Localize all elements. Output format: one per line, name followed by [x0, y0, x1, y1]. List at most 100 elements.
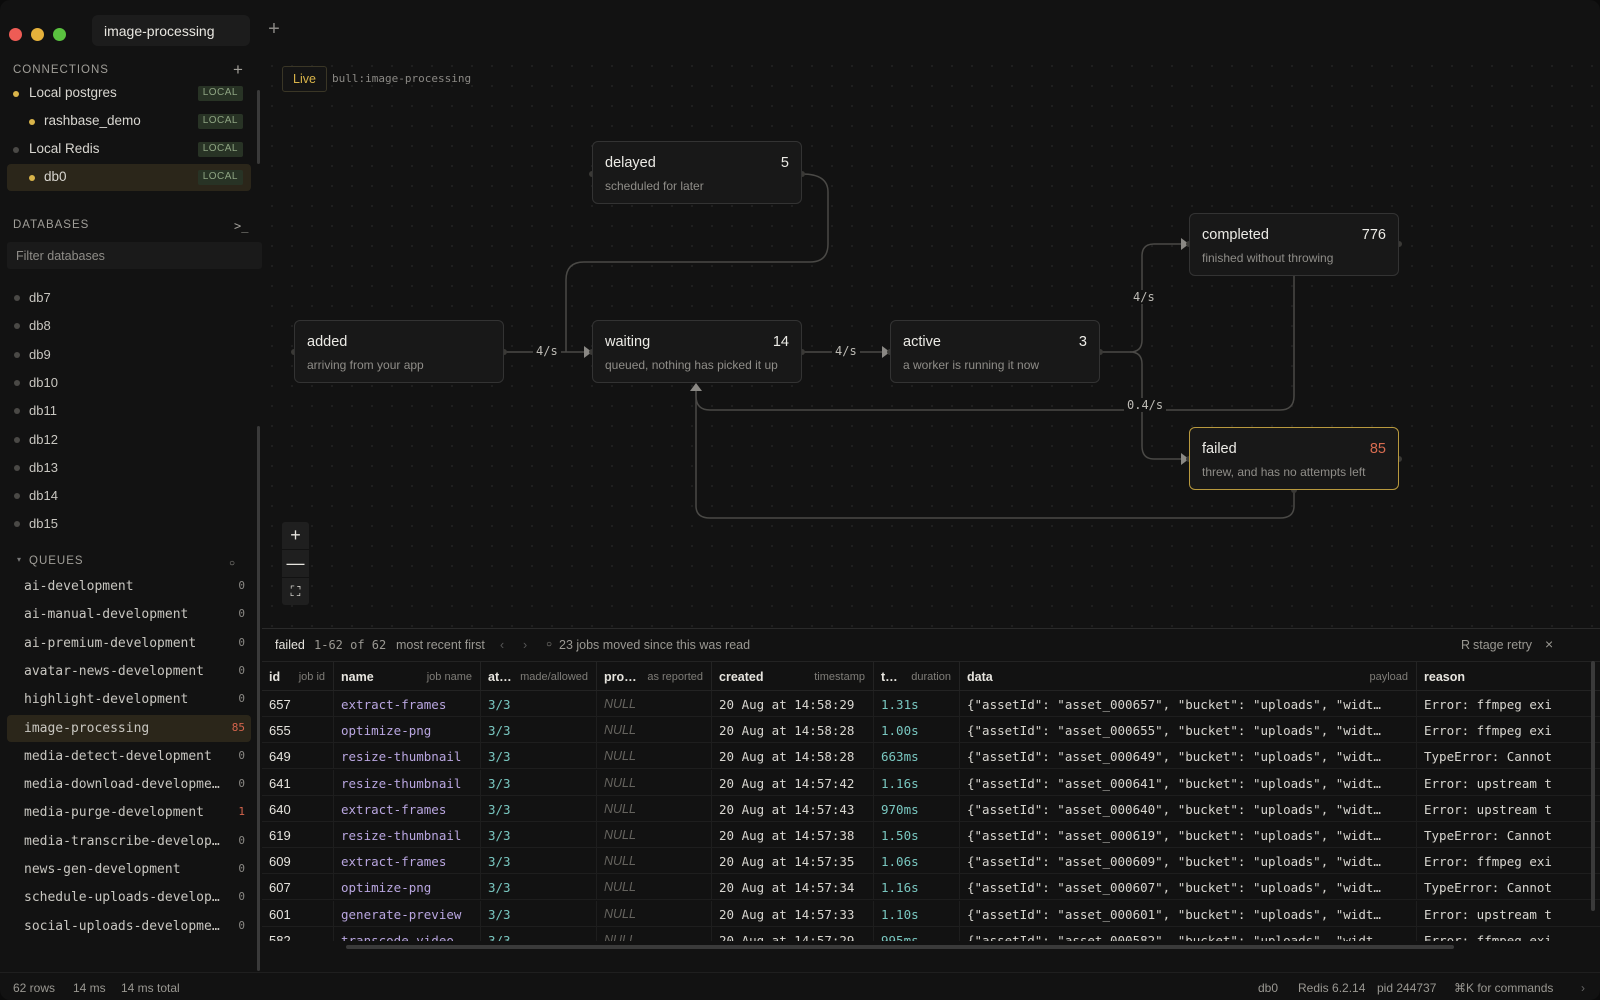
- cell-id[interactable]: 655: [262, 717, 334, 744]
- tab-image-processing[interactable]: image-processing: [92, 15, 250, 46]
- minimize-window-button[interactable]: [31, 28, 44, 41]
- cell-created[interactable]: 20 Aug at 14:57:43: [712, 795, 874, 822]
- table-row[interactable]: 649 resize-thumbnail 3/3 NULL 20 Aug at 14:5…: [262, 743, 1600, 770]
- column-header-att[interactable]: at… made/allowed: [481, 662, 597, 692]
- cell-name[interactable]: resize-thumbnail: [334, 769, 481, 796]
- cell-created[interactable]: 20 Aug at 14:58:29: [712, 691, 874, 717]
- table-row[interactable]: 582 transcode-video 3/3 NULL 20 Aug at 14:57…: [262, 926, 1600, 941]
- cell-data[interactable]: {"assetId": "asset_000582", "bucket": "u…: [960, 926, 1417, 941]
- new-tab-button[interactable]: +: [265, 18, 283, 40]
- cell-prog[interactable]: NULL: [597, 926, 712, 941]
- fit-view-button[interactable]: ⛶: [282, 578, 309, 605]
- cell-created[interactable]: 20 Aug at 14:57:29: [712, 926, 874, 941]
- cell-dur[interactable]: 1.16s: [874, 874, 960, 901]
- refresh-icon[interactable]: ○: [229, 556, 235, 572]
- cell-prog[interactable]: NULL: [597, 874, 712, 901]
- database-item[interactable]: db14: [7, 483, 251, 509]
- node-completed[interactable]: completed 776 finished without throwing: [1189, 213, 1399, 276]
- database-item[interactable]: db8: [7, 313, 251, 339]
- database-filter-input[interactable]: [7, 242, 262, 269]
- cell-data[interactable]: {"assetId": "asset_000619", "bucket": "u…: [960, 822, 1417, 848]
- cell-dur[interactable]: 1.10s: [874, 900, 960, 927]
- cell-reason[interactable]: Error: upstream t: [1417, 796, 1600, 822]
- column-header-dur[interactable]: t… duration: [874, 662, 960, 692]
- connection-item[interactable]: rashbase_demo LOCAL: [7, 108, 251, 135]
- cell-reason[interactable]: Error: upstream t: [1417, 901, 1600, 927]
- cell-att[interactable]: 3/3: [481, 691, 597, 717]
- cell-dur[interactable]: 1.06s: [874, 848, 960, 875]
- prev-page-button[interactable]: ‹: [500, 638, 504, 652]
- cell-created[interactable]: 20 Aug at 14:58:28: [712, 743, 874, 770]
- status-db[interactable]: db0: [1258, 981, 1278, 995]
- refresh-icon[interactable]: ○: [546, 639, 552, 650]
- cell-data[interactable]: {"assetId": "asset_000641", "bucket": "u…: [960, 769, 1417, 796]
- column-header-created[interactable]: created timestamp: [712, 662, 874, 692]
- cell-data[interactable]: {"assetId": "asset_000607", "bucket": "u…: [960, 874, 1417, 901]
- table-row[interactable]: 641 resize-thumbnail 3/3 NULL 20 Aug at 14:5…: [262, 769, 1600, 796]
- queue-item[interactable]: social-uploads-development 0: [7, 913, 251, 940]
- table-row[interactable]: 657 extract-frames 3/3 NULL 20 Aug at 14:58:…: [262, 691, 1600, 717]
- cell-dur[interactable]: 1.16s: [874, 769, 960, 796]
- cell-att[interactable]: 3/3: [481, 795, 597, 822]
- queue-item[interactable]: ai-development 0: [7, 573, 251, 600]
- cell-name[interactable]: extract-frames: [334, 848, 481, 875]
- column-header-reason[interactable]: reason: [1417, 662, 1600, 692]
- cell-created[interactable]: 20 Aug at 14:58:28: [712, 717, 874, 744]
- cell-id[interactable]: 649: [262, 743, 334, 770]
- table-horizontal-scrollbar[interactable]: [346, 945, 1454, 949]
- cell-reason[interactable]: TypeError: Cannot: [1417, 743, 1600, 769]
- close-panel-button[interactable]: ×: [1545, 636, 1553, 652]
- queue-item[interactable]: ai-manual-development 0: [7, 601, 251, 628]
- cell-name[interactable]: optimize-png: [334, 874, 481, 901]
- cell-dur[interactable]: 1.50s: [874, 822, 960, 848]
- cell-created[interactable]: 20 Aug at 14:57:34: [712, 874, 874, 901]
- table-row[interactable]: 607 optimize-png 3/3 NULL 20 Aug at 14:57:34…: [262, 874, 1600, 901]
- cell-att[interactable]: 3/3: [481, 743, 597, 770]
- cell-data[interactable]: {"assetId": "asset_000655", "bucket": "u…: [960, 717, 1417, 744]
- zoom-out-button[interactable]: —: [282, 550, 309, 577]
- database-item[interactable]: db11: [7, 398, 251, 424]
- node-waiting[interactable]: waiting 14 queued, nothing has picked it…: [592, 320, 802, 383]
- queue-item[interactable]: media-purge-development 1: [7, 799, 251, 826]
- queue-item[interactable]: highlight-development 0: [7, 686, 251, 713]
- cell-name[interactable]: generate-preview: [334, 900, 481, 927]
- connection-item[interactable]: db0 LOCAL: [7, 164, 251, 191]
- queues-title[interactable]: QUEUES: [29, 555, 84, 567]
- node-failed[interactable]: failed 85 threw, and has no attempts lef…: [1189, 427, 1399, 490]
- cell-reason[interactable]: TypeError: Cannot: [1417, 874, 1600, 900]
- cell-name[interactable]: extract-frames: [334, 691, 481, 717]
- sidebar-scrollbar-top[interactable]: [257, 90, 260, 164]
- cell-id[interactable]: 641: [262, 769, 334, 796]
- flow-canvas[interactable]: Live bull:image-processing delayed 5 sch…: [262, 56, 1600, 628]
- cell-name[interactable]: transcode-video: [334, 926, 481, 941]
- cell-created[interactable]: 20 Aug at 14:57:35: [712, 848, 874, 875]
- cell-id[interactable]: 657: [262, 691, 334, 717]
- status-more[interactable]: ›: [1581, 981, 1585, 995]
- cell-name[interactable]: resize-thumbnail: [334, 822, 481, 848]
- cell-created[interactable]: 20 Aug at 14:57:33: [712, 900, 874, 927]
- cell-dur[interactable]: 995ms: [874, 926, 960, 941]
- cell-prog[interactable]: NULL: [597, 848, 712, 875]
- table-row[interactable]: 619 resize-thumbnail 3/3 NULL 20 Aug at 14:5…: [262, 822, 1600, 848]
- cell-reason[interactable]: Error: ffmpeg exi: [1417, 691, 1600, 717]
- node-added[interactable]: added arriving from your app: [294, 320, 504, 383]
- queue-item[interactable]: image-processing 85: [7, 714, 251, 742]
- cell-dur[interactable]: 1.00s: [874, 717, 960, 744]
- sidebar-scrollbar[interactable]: [257, 426, 260, 971]
- cell-att[interactable]: 3/3: [481, 848, 597, 875]
- cell-reason[interactable]: Error: ffmpeg exi: [1417, 717, 1600, 743]
- cell-prog[interactable]: NULL: [597, 691, 712, 717]
- column-header-id[interactable]: id job id: [262, 662, 334, 692]
- next-page-button[interactable]: ›: [523, 638, 527, 652]
- cell-dur[interactable]: 663ms: [874, 743, 960, 770]
- connection-item[interactable]: Local postgres LOCAL: [7, 80, 251, 107]
- cell-data[interactable]: {"assetId": "asset_000640", "bucket": "u…: [960, 795, 1417, 822]
- node-delayed[interactable]: delayed 5 scheduled for later: [592, 141, 802, 204]
- cell-att[interactable]: 3/3: [481, 717, 597, 744]
- cell-id[interactable]: 607: [262, 874, 334, 901]
- queue-item[interactable]: news-gen-development 0: [7, 856, 251, 883]
- cell-id[interactable]: 601: [262, 900, 334, 927]
- cell-id[interactable]: 609: [262, 848, 334, 875]
- queue-item[interactable]: media-detect-development 0: [7, 743, 251, 770]
- table-row[interactable]: 640 extract-frames 3/3 NULL 20 Aug at 14:57:…: [262, 795, 1600, 822]
